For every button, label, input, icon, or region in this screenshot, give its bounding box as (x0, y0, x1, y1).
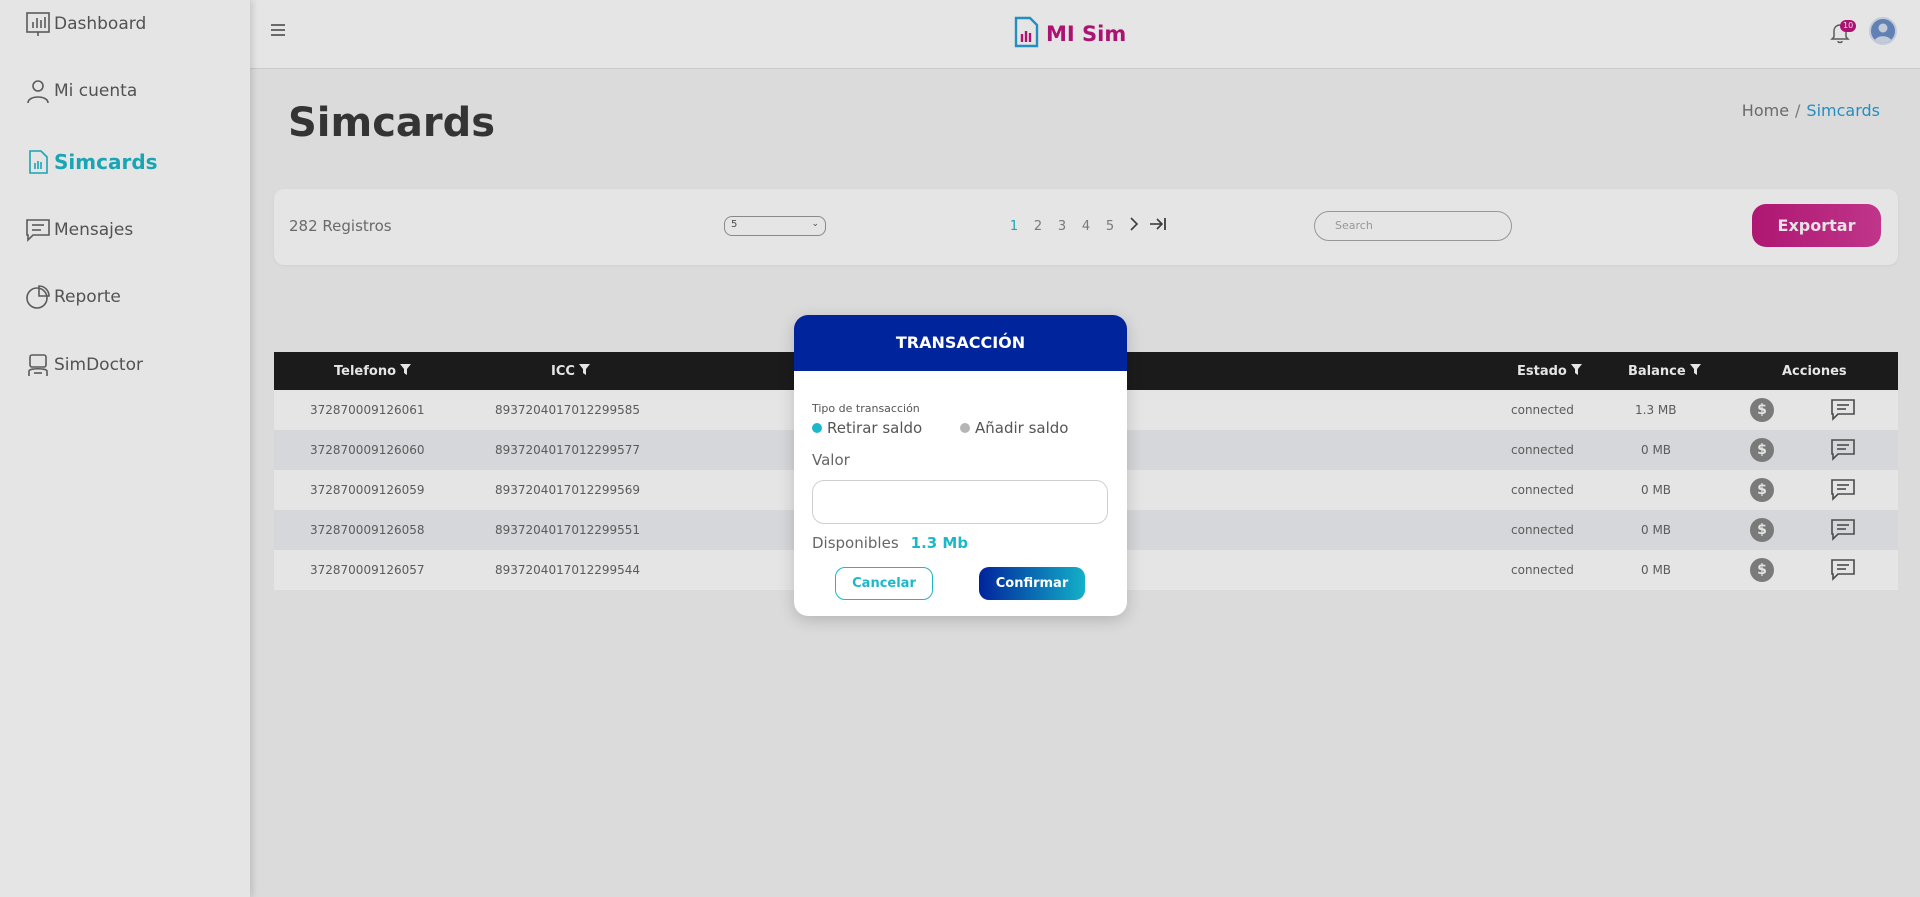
value-input[interactable] (812, 480, 1108, 524)
available-amount: 1.3 Mb (910, 534, 969, 552)
cancel-button[interactable]: Cancelar (835, 567, 933, 600)
modal-title: TRANSACCIÓN (794, 315, 1127, 371)
radio-label: Añadir saldo (975, 419, 1069, 437)
radio-label: Retirar saldo (827, 419, 923, 437)
radio-selected-icon (812, 423, 822, 433)
transaction-modal: TRANSACCIÓN Tipo de transacción Retirar … (794, 315, 1127, 616)
value-label: Valor (812, 451, 850, 469)
radio-unselected-icon (960, 423, 970, 433)
confirm-button[interactable]: Confirmar (979, 567, 1085, 600)
radio-anadir-saldo[interactable]: Añadir saldo (960, 419, 1068, 437)
transaction-type-label: Tipo de transacción (812, 402, 920, 415)
radio-retirar-saldo[interactable]: Retirar saldo (812, 419, 922, 437)
available-balance: Disponibles 1.3 Mb (812, 534, 968, 552)
available-label: Disponibles (812, 534, 899, 552)
